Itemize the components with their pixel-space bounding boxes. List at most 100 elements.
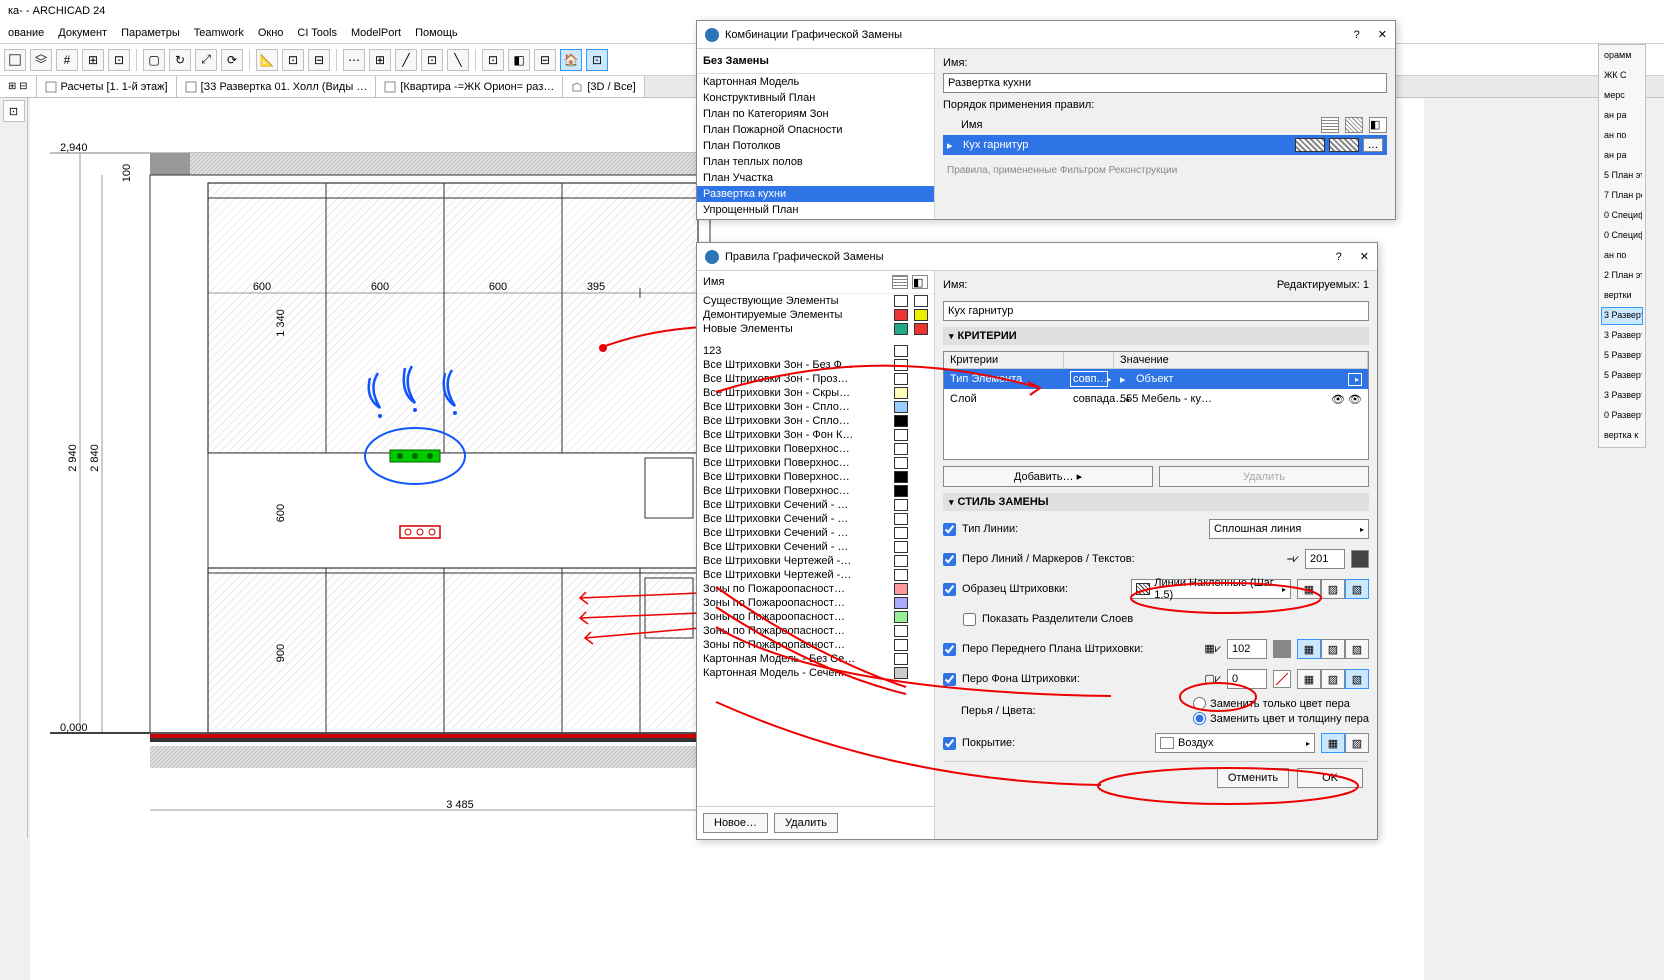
bg-pen-checkbox[interactable] <box>943 673 956 686</box>
surface-mode-icon[interactable]: ▨ <box>1345 733 1369 753</box>
rule-list-item[interactable]: Новые Элементы <box>697 322 934 336</box>
rule-list-item[interactable]: Картонная Модель - Сечен… <box>697 666 934 680</box>
navigator-item[interactable]: 3 Разверт <box>1601 387 1643 405</box>
rule-list-item[interactable]: Все Штриховки Чертежей -… <box>697 554 934 568</box>
combination-item[interactable]: План Потолков <box>697 138 934 154</box>
rule-list-item[interactable]: Все Штриховки Поверхнос… <box>697 442 934 456</box>
dialog-titlebar[interactable]: Комбинации Графической Замены ? ✕ <box>697 21 1395 49</box>
combination-item[interactable]: Упрощенный План <box>697 202 934 218</box>
add-criterion-button[interactable]: Добавить… ▸ <box>943 466 1153 487</box>
tool-b-icon[interactable]: ⊡ <box>282 49 304 71</box>
tool-snap-icon[interactable]: ⊞ <box>82 49 104 71</box>
criteria-header[interactable]: КРИТЕРИИ <box>943 327 1369 345</box>
navigator-item[interactable]: 0 Специф <box>1601 207 1643 225</box>
navigator-item[interactable]: ЖК С <box>1601 67 1643 85</box>
line-pen-input[interactable] <box>1305 549 1345 569</box>
combination-item[interactable]: Конструктивный План <box>697 90 934 106</box>
tool-split-icon[interactable]: ⊟ <box>534 49 556 71</box>
fg-pen-swatch[interactable] <box>1273 640 1291 658</box>
tool-f-icon[interactable]: ╱ <box>395 49 417 71</box>
rule-list-item[interactable]: Зоны по Пожароопасност… <box>697 624 934 638</box>
navigator-item[interactable]: вертка к <box>1601 427 1643 445</box>
bg-pen-swatch[interactable] <box>1273 670 1291 688</box>
tool-view-icon[interactable]: ⊡ <box>586 49 608 71</box>
tool-grid-icon[interactable]: # <box>56 49 78 71</box>
fg-mode-icon[interactable]: ▦ <box>1297 639 1321 659</box>
fill-mode-icon[interactable]: ▦ <box>1297 579 1321 599</box>
col-icon[interactable] <box>1345 117 1363 133</box>
fill-dropdown[interactable]: Линии Наклонные (Шаг 1.5) <box>1131 579 1291 599</box>
rule-list-item[interactable]: Все Штриховки Зон - Спло… <box>697 400 934 414</box>
tool-rect-icon[interactable]: ▢ <box>143 49 165 71</box>
navigator-item[interactable]: 2 План эт <box>1601 267 1643 285</box>
rule-list-item[interactable]: Картонная Модель - Без Се… <box>697 652 934 666</box>
combination-item[interactable]: План Пожарной Опасности <box>697 122 934 138</box>
surface-dropdown[interactable]: Воздух <box>1155 733 1315 753</box>
fill-mode-icon[interactable]: ▨ <box>1321 579 1345 599</box>
rule-list-item[interactable]: Все Штриховки Сечений - … <box>697 526 934 540</box>
tool-scale-icon[interactable]: ⤢ <box>195 49 217 71</box>
navigator-item[interactable]: ан ра <box>1601 107 1643 125</box>
menu-item[interactable]: Окно <box>258 27 284 39</box>
tool-box-icon[interactable] <box>4 49 26 71</box>
remove-criterion-button[interactable]: Удалить <box>1159 466 1369 487</box>
style-header[interactable]: СТИЛЬ ЗАМЕНЫ <box>943 493 1369 511</box>
ok-button[interactable]: OK <box>1297 768 1363 788</box>
menu-item[interactable]: Параметры <box>121 27 180 39</box>
tool-c-icon[interactable]: ⊟ <box>308 49 330 71</box>
combination-name-input[interactable] <box>943 73 1387 93</box>
rule-list-item[interactable]: Зоны по Пожароопасност… <box>697 610 934 624</box>
cancel-button[interactable]: Отменить <box>1217 768 1289 788</box>
tool-snap2-icon[interactable]: ⊡ <box>108 49 130 71</box>
no-override-item[interactable]: Без Замены <box>697 49 934 73</box>
col-icon[interactable]: ◧ <box>912 275 928 289</box>
tool-d-icon[interactable]: ⋯ <box>343 49 365 71</box>
navigator-item[interactable]: ан по <box>1601 127 1643 145</box>
rule-list-item[interactable]: Все Штриховки Поверхнос… <box>697 456 934 470</box>
criterion-row[interactable]: Слойсовпада…555 Мебель - ку…👁 👁 <box>944 389 1368 409</box>
menu-item[interactable]: ModelPort <box>351 27 401 39</box>
combination-item[interactable]: План теплых полов <box>697 154 934 170</box>
rule-list-item[interactable]: Все Штриховки Чертежей -… <box>697 568 934 582</box>
rule-list-item[interactable]: 123 <box>697 344 934 358</box>
tab[interactable]: [3D / Все] <box>563 76 644 97</box>
combination-item[interactable]: План Участка <box>697 170 934 186</box>
tool-half-icon[interactable]: ◧ <box>508 49 530 71</box>
fill-checkbox[interactable] <box>943 583 956 596</box>
bg-mode-icon[interactable]: ▦ <box>1297 669 1321 689</box>
help-icon[interactable]: ? <box>1354 29 1360 41</box>
show-separators-checkbox[interactable] <box>963 613 976 626</box>
navigator-item[interactable]: 5 Разверт <box>1601 367 1643 385</box>
tab[interactable]: Расчеты [1. 1-й этаж] <box>37 76 177 97</box>
tab[interactable]: [Квартира -=ЖК Орион= раз… <box>376 76 563 97</box>
close-icon[interactable]: ✕ <box>1360 250 1369 263</box>
rule-list-item[interactable]: Все Штриховки Поверхнос… <box>697 484 934 498</box>
tab[interactable]: [З3 Развертка 01. Холл (Виды … <box>177 76 377 97</box>
navigator-item[interactable]: 7 План ре <box>1601 187 1643 205</box>
navigator-item[interactable]: 3 Разверт <box>1601 307 1643 325</box>
new-rule-button[interactable]: Новое… <box>703 813 768 833</box>
navigator-item[interactable]: вертки <box>1601 287 1643 305</box>
fg-pen-checkbox[interactable] <box>943 643 956 656</box>
rule-list-item[interactable]: Зоны по Пожароопасност… <box>697 596 934 610</box>
delete-rule-button[interactable]: Удалить <box>774 813 838 833</box>
tool-e-icon[interactable]: ⊞ <box>369 49 391 71</box>
navigator-item[interactable]: 0 Специф <box>1601 227 1643 245</box>
pen-color-only-radio[interactable] <box>1193 697 1206 710</box>
rule-list-item[interactable]: Все Штриховки Поверхнос… <box>697 470 934 484</box>
navigator-item[interactable]: ан по <box>1601 247 1643 265</box>
tool-g-icon[interactable]: ⊡ <box>421 49 443 71</box>
rule-name-input[interactable] <box>943 301 1369 321</box>
rule-list-item[interactable]: Все Штриховки Зон - Скры… <box>697 386 934 400</box>
rule-list-item[interactable]: Зоны по Пожароопасност… <box>697 582 934 596</box>
line-type-dropdown[interactable]: Сплошная линия <box>1209 519 1369 539</box>
tool-3d-icon[interactable]: 🏠 <box>560 49 582 71</box>
pen-color-weight-radio[interactable] <box>1193 712 1206 725</box>
tool-a-icon[interactable]: 📐 <box>256 49 278 71</box>
navigator-item[interactable]: 0 Разверт <box>1601 407 1643 425</box>
rule-more-button[interactable]: … <box>1363 138 1383 152</box>
navigator-item[interactable]: орамм <box>1601 47 1643 65</box>
navigator-item[interactable]: мерс <box>1601 87 1643 105</box>
line-type-checkbox[interactable] <box>943 523 956 536</box>
menu-item[interactable]: Помощь <box>415 27 458 39</box>
